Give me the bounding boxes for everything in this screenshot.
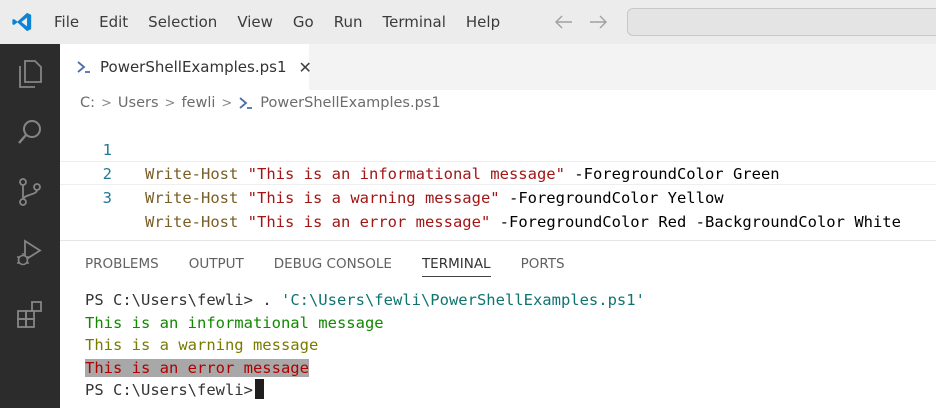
menu-edit[interactable]: Edit: [89, 0, 138, 44]
menu-bar: File Edit Selection View Go Run Terminal…: [44, 0, 510, 44]
terminal-line: This is an error message: [85, 357, 925, 380]
tab-label: PowerShellExamples.ps1: [100, 58, 287, 76]
menu-selection[interactable]: Selection: [138, 0, 227, 44]
terminal-line: This is a warning message: [85, 334, 925, 357]
extensions-icon[interactable]: [13, 297, 47, 331]
menu-go[interactable]: Go: [283, 0, 324, 44]
code-string: "This is an error message": [247, 213, 491, 231]
tab-problems[interactable]: PROBLEMS: [85, 255, 159, 277]
code-argument: Red: [658, 213, 687, 231]
tab-ports[interactable]: PORTS: [521, 255, 565, 277]
terminal-command: .: [262, 291, 281, 309]
terminal-output-warning: This is a warning message: [85, 336, 319, 354]
terminal-output-info: This is an informational message: [85, 313, 384, 332]
powershell-file-icon: [238, 95, 254, 111]
terminal-prompt: PS C:\Users\fewli>: [85, 381, 253, 399]
code-line: 1 Write-Host "This is an informational m…: [60, 114, 936, 183]
run-debug-icon[interactable]: [13, 236, 47, 270]
breadcrumb-item-drive[interactable]: C:: [80, 95, 95, 111]
menu-help[interactable]: Help: [456, 0, 510, 44]
forward-arrow-icon[interactable]: [588, 12, 608, 32]
chevron-right-icon: >: [101, 95, 112, 111]
terminal-line: This is an informational message: [85, 312, 925, 335]
terminal-line: PS C:\Users\fewli>: [85, 379, 925, 402]
menu-file[interactable]: File: [44, 0, 89, 44]
code-cmdlet: Write-Host: [145, 189, 239, 207]
close-icon[interactable]: ✕: [298, 58, 311, 77]
terminal-prompt: PS C:\Users\fewli>: [85, 291, 263, 309]
code-line-current: 3 Write-Host "This is an error message" …: [60, 161, 936, 231]
chevron-right-icon: >: [164, 95, 176, 111]
code-parameter: -BackgroundColor: [695, 213, 845, 231]
chevron-right-icon: >: [221, 95, 233, 111]
breadcrumb-item-file[interactable]: PowerShellExamples.ps1: [260, 95, 440, 111]
code-argument: Yellow: [667, 189, 724, 207]
editor-tab-bar: PowerShellExamples.ps1 ✕: [60, 44, 936, 90]
code-argument: White: [854, 213, 901, 231]
bottom-panel: PROBLEMS OUTPUT DEBUG CONSOLE TERMINAL P…: [60, 240, 936, 408]
code-line: 2 Write-Host "This is a warning message"…: [60, 138, 936, 207]
terminal-cursor: [254, 379, 264, 399]
terminal[interactable]: PS C:\Users\fewli> . 'C:\Users\fewli\Pow…: [85, 289, 925, 402]
terminal-line: PS C:\Users\fewli> . 'C:\Users\fewli\Pow…: [85, 289, 925, 312]
code-string: "This is a warning message": [247, 189, 500, 207]
menu-terminal[interactable]: Terminal: [373, 0, 456, 44]
breadcrumb-item-fewli[interactable]: fewli: [181, 95, 215, 111]
title-bar: File Edit Selection View Go Run Terminal…: [0, 0, 936, 44]
code-parameter: -ForegroundColor: [499, 213, 649, 231]
code-editor[interactable]: 1 Write-Host "This is an informational m…: [60, 114, 936, 240]
tab-debug-console[interactable]: DEBUG CONSOLE: [274, 255, 392, 277]
back-arrow-icon[interactable]: [554, 12, 574, 32]
terminal-path: 'C:\Users\fewli\PowerShellExamples.ps1': [280, 291, 645, 309]
nav-arrows: [554, 12, 608, 32]
tab-terminal[interactable]: TERMINAL: [421, 255, 491, 277]
vscode-logo-icon: [0, 0, 44, 44]
activity-bar: [0, 44, 60, 408]
powershell-file-icon: [76, 59, 92, 75]
menu-run[interactable]: Run: [324, 0, 373, 44]
code-parameter: -ForegroundColor: [508, 189, 659, 207]
breadcrumb: C: > Users > fewli > PowerShellExamples.…: [80, 92, 441, 114]
code-cmdlet: Write-Host: [145, 213, 239, 231]
terminal-output-error: This is an error message: [85, 358, 309, 377]
source-control-icon[interactable]: [13, 175, 47, 209]
line-number: 3: [102, 189, 112, 207]
menu-view[interactable]: View: [227, 0, 283, 44]
tab-output[interactable]: OUTPUT: [189, 255, 244, 277]
command-center-search[interactable]: [627, 8, 936, 36]
breadcrumb-item-users[interactable]: Users: [118, 95, 159, 111]
explorer-icon[interactable]: [13, 57, 47, 91]
tab-powershellexamples[interactable]: PowerShellExamples.ps1 ✕: [60, 44, 312, 90]
panel-tabs: PROBLEMS OUTPUT DEBUG CONSOLE TERMINAL P…: [85, 255, 595, 277]
search-icon[interactable]: [13, 115, 47, 149]
